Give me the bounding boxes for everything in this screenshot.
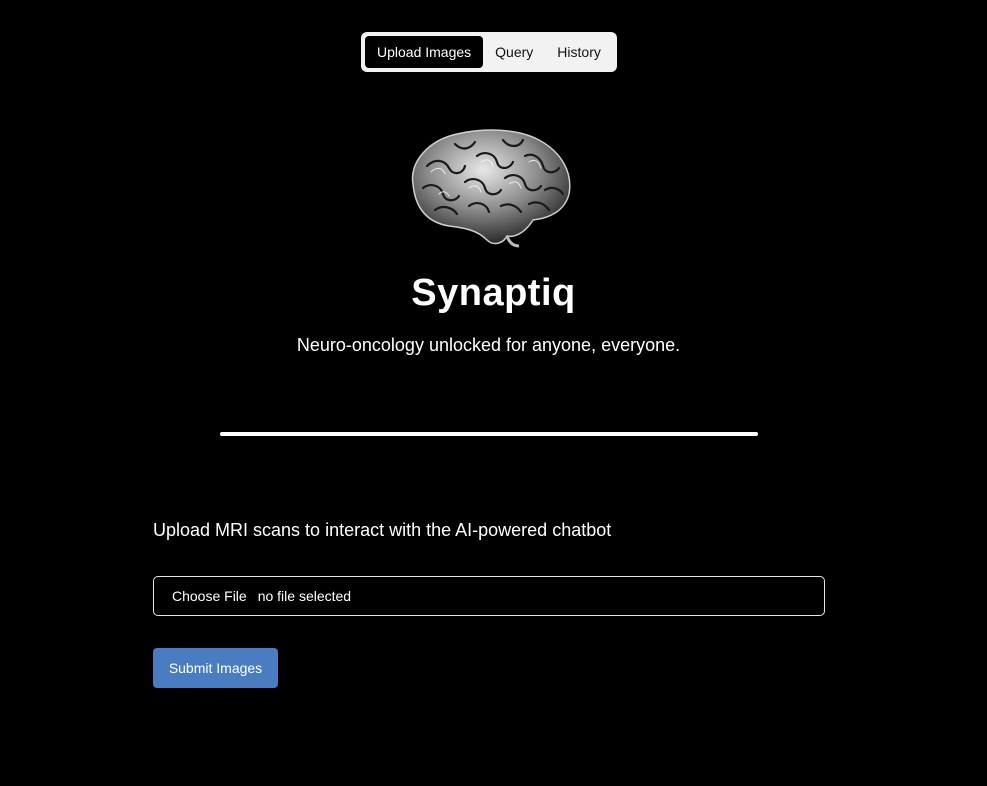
upload-instructions: Upload MRI scans to interact with the AI… <box>153 520 612 540</box>
tab-query[interactable]: Query <box>483 36 545 68</box>
tab-upload-images[interactable]: Upload Images <box>365 36 484 68</box>
choose-file-button[interactable]: Choose File <box>172 588 247 604</box>
submit-images-button[interactable]: Submit Images <box>153 648 278 688</box>
file-input[interactable]: Choose File no file selected <box>153 576 825 616</box>
tab-history[interactable]: History <box>545 36 613 68</box>
nav-tabs: Upload Images Query History <box>361 32 617 72</box>
file-status: no file selected <box>257 588 352 604</box>
brain-icon <box>411 129 571 248</box>
app-tagline: Neuro-oncology unlocked for anyone, ever… <box>296 335 681 355</box>
app-title: Synaptiq <box>411 272 576 314</box>
divider <box>220 432 758 436</box>
